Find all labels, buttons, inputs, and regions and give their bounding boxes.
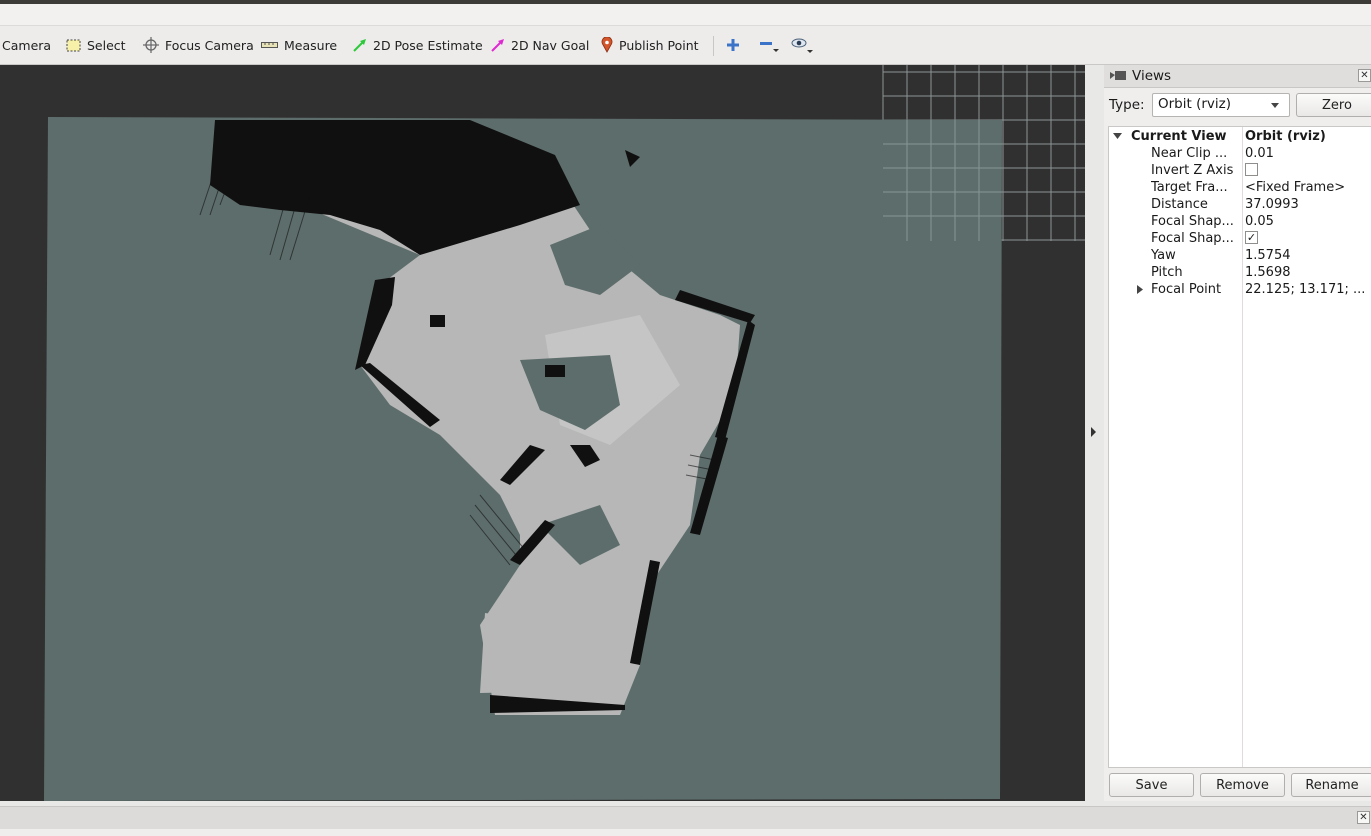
- property-label: Focal Point: [1151, 282, 1222, 297]
- property-value-cell: ✓: [1245, 230, 1371, 247]
- tool-select[interactable]: Select: [66, 35, 126, 55]
- tools-toolbar: Camera Select Focus Camera Measure 2D Po…: [0, 26, 1371, 65]
- remove-tool-icon: [760, 42, 779, 52]
- current-view-value: Orbit (rviz): [1245, 129, 1326, 144]
- property-label: Distance: [1151, 197, 1208, 212]
- tool-measure[interactable]: Measure: [261, 35, 337, 55]
- tool-move-camera[interactable]: Camera: [2, 35, 51, 55]
- map-pin-icon: [601, 37, 613, 53]
- views-panel: Views ✕ Type: Orbit (rviz) Zero Current …: [1104, 65, 1371, 801]
- add-tool-button[interactable]: [726, 35, 740, 55]
- tool-label: Measure: [284, 37, 338, 53]
- focus-camera-icon: [143, 37, 159, 53]
- tree-row[interactable]: Near Clip ... 0.01: [1109, 145, 1371, 162]
- property-label: Yaw: [1151, 248, 1176, 263]
- toolbar-separator: [713, 36, 714, 56]
- tool-2d-nav-goal[interactable]: 2D Nav Goal: [490, 35, 589, 55]
- property-label: Focal Shap...: [1151, 231, 1234, 246]
- current-view-label: Current View: [1131, 129, 1227, 144]
- invert-z-checkbox[interactable]: [1245, 163, 1258, 176]
- pose-arrow-icon: [353, 38, 366, 52]
- collapse-arrow-icon: [1091, 427, 1096, 437]
- tool-label: Publish Point: [619, 37, 699, 53]
- tool-label: Camera: [2, 37, 52, 53]
- property-value[interactable]: 37.0993: [1245, 196, 1371, 213]
- bottom-dock: ✕: [0, 806, 1371, 829]
- view-type-row: Type: Orbit (rviz) Zero: [1104, 92, 1371, 120]
- occupancy-map-render: [0, 65, 1085, 801]
- eye-icon: [791, 38, 813, 53]
- tool-2d-pose-estimate[interactable]: 2D Pose Estimate: [352, 35, 483, 55]
- property-value-cell: [1245, 162, 1371, 179]
- view-properties-tree[interactable]: Current View Orbit (rviz) Near Clip ... …: [1108, 126, 1371, 768]
- tree-row[interactable]: Yaw 1.5754: [1109, 247, 1371, 264]
- bottom-tab-strip: [0, 829, 1371, 836]
- save-button[interactable]: Save: [1109, 773, 1194, 797]
- property-label: Pitch: [1151, 265, 1183, 280]
- views-panel-header: Views ✕: [1104, 65, 1371, 88]
- tree-row[interactable]: Invert Z Axis: [1109, 162, 1371, 179]
- property-value[interactable]: 1.5754: [1245, 247, 1371, 264]
- view-type-select[interactable]: Orbit (rviz): [1152, 93, 1290, 117]
- tree-row[interactable]: Distance 37.0993: [1109, 196, 1371, 213]
- close-panel-icon[interactable]: ✕: [1358, 69, 1371, 82]
- property-label: Target Fra...: [1151, 180, 1228, 195]
- rename-button[interactable]: Rename: [1291, 773, 1371, 797]
- tool-label: 2D Nav Goal: [511, 37, 590, 53]
- tool-focus-camera[interactable]: Focus Camera: [143, 35, 254, 55]
- views-panel-title: Views: [1132, 68, 1172, 84]
- tree-row[interactable]: Focal Shap... 0.05: [1109, 213, 1371, 230]
- remove-tool-button[interactable]: [759, 35, 781, 55]
- camera-icon: [1110, 71, 1126, 80]
- tool-label: Select: [87, 37, 126, 53]
- menu-bar: [0, 4, 1371, 26]
- expand-arrow-icon: [1113, 133, 1122, 139]
- focal-shape-checkbox[interactable]: ✓: [1245, 231, 1258, 244]
- add-tool-icon: [727, 39, 739, 51]
- expand-arrow-icon[interactable]: [1137, 285, 1145, 295]
- render-viewport[interactable]: [0, 65, 1085, 801]
- view-type-value: Orbit (rviz): [1158, 96, 1231, 112]
- tree-row[interactable]: Target Fra... <Fixed Frame>: [1109, 179, 1371, 196]
- tool-label: Focus Camera: [165, 37, 254, 53]
- chevron-down-icon: [1271, 103, 1279, 108]
- tree-row[interactable]: Pitch 1.5698: [1109, 264, 1371, 281]
- remove-button[interactable]: Remove: [1200, 773, 1285, 797]
- nav-goal-arrow-icon: [491, 38, 504, 52]
- tool-label: 2D Pose Estimate: [373, 37, 483, 53]
- property-value[interactable]: 22.125; 13.171; ...: [1245, 281, 1371, 298]
- tree-row-focal-point[interactable]: Focal Point 22.125; 13.171; ...: [1109, 281, 1371, 298]
- property-value[interactable]: 0.05: [1245, 213, 1371, 230]
- close-dock-icon[interactable]: ✕: [1357, 811, 1370, 824]
- property-value[interactable]: 1.5698: [1245, 264, 1371, 281]
- tree-row[interactable]: Focal Shap... ✓: [1109, 230, 1371, 247]
- tree-row-current-view[interactable]: Current View Orbit (rviz): [1109, 128, 1371, 145]
- select-icon: [66, 39, 81, 51]
- property-value[interactable]: 0.01: [1245, 145, 1371, 162]
- type-label: Type:: [1109, 97, 1145, 113]
- property-label: Near Clip ...: [1151, 146, 1228, 161]
- tool-publish-point[interactable]: Publish Point: [601, 35, 699, 55]
- panels-visibility-button[interactable]: [791, 35, 815, 55]
- ruler-icon: [261, 42, 278, 48]
- zero-button[interactable]: Zero: [1296, 93, 1371, 117]
- property-value[interactable]: <Fixed Frame>: [1245, 179, 1371, 196]
- panel-collapse-strip[interactable]: [1085, 65, 1103, 801]
- property-label: Invert Z Axis: [1151, 163, 1234, 178]
- property-label: Focal Shap...: [1151, 214, 1234, 229]
